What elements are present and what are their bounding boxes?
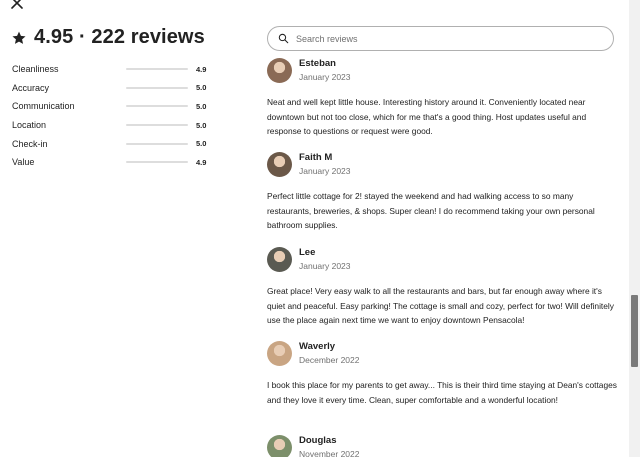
category-ratings: Cleanliness 4.9 Accuracy 5.0 Communicati… [12, 60, 208, 172]
avatar[interactable] [267, 247, 292, 272]
reviewer-name: Lee [299, 247, 316, 258]
review-text: Neat and well kept little house. Interes… [267, 97, 587, 137]
rating-bar [126, 105, 188, 108]
search-reviews-field[interactable] [267, 26, 614, 51]
review-item: Lee January 2023 Great place! Very easy … [267, 247, 627, 328]
review-item: Douglas November 2022 [267, 435, 627, 457]
avatar[interactable] [267, 152, 292, 177]
reviewer-name: Waverly [299, 341, 336, 352]
rating-row-communication: Communication 5.0 [12, 97, 208, 116]
search-input[interactable] [296, 33, 596, 44]
rating-label: Location [12, 120, 47, 131]
review-text: Perfect little cottage for 2! stayed the… [267, 191, 595, 231]
rating-value: 5.0 [196, 120, 207, 130]
rating-label: Value [12, 157, 35, 168]
rating-value: 5.0 [196, 101, 207, 111]
rating-value: 4.9 [196, 157, 207, 167]
rating-row-location: Location 5.0 [12, 116, 208, 135]
rating-row-accuracy: Accuracy 5.0 [12, 79, 208, 98]
rating-bar [126, 124, 188, 127]
rating-bar [126, 142, 188, 145]
avatar[interactable] [267, 341, 292, 366]
review-date: January 2023 [299, 72, 351, 82]
rating-value: 4.9 [196, 64, 207, 74]
review-date: January 2023 [299, 261, 351, 271]
reviewer-name: Douglas [299, 435, 337, 446]
rating-label: Communication [12, 101, 75, 112]
review-date: December 2022 [299, 355, 360, 365]
rating-row-cleanliness: Cleanliness 4.9 [12, 60, 208, 79]
review-text: I book this place for my parents to get … [267, 380, 617, 405]
rating-value: 5.0 [196, 139, 207, 149]
avatar[interactable] [267, 435, 292, 457]
review-item: Esteban January 2023 Neat and well kept … [267, 58, 627, 139]
star-icon [11, 30, 27, 46]
search-icon [278, 33, 289, 44]
review-text: Great place! Very easy walk to all the r… [267, 286, 614, 326]
rating-bar [126, 161, 188, 164]
rating-row-check-in: Check-in 5.0 [12, 134, 208, 153]
rating-bar [126, 68, 188, 71]
avatar[interactable] [267, 58, 292, 83]
rating-label: Accuracy [12, 82, 50, 93]
rating-bar [126, 86, 188, 89]
rating-row-value: Value 4.9 [12, 153, 208, 172]
rating-label: Cleanliness [12, 64, 59, 75]
close-button[interactable] [8, 0, 26, 12]
reviewer-name: Faith M [299, 152, 333, 163]
scrollbar[interactable] [629, 0, 640, 457]
scrollbar-thumb[interactable] [631, 295, 638, 367]
review-item: Faith M January 2023 Perfect little cott… [267, 152, 627, 233]
review-item: Waverly December 2022 I book this place … [267, 341, 627, 407]
rating-value: 5.0 [196, 83, 207, 93]
close-icon [11, 0, 23, 9]
rating-summary: 4.95 · 222 reviews [11, 26, 205, 49]
rating-label: Check-in [12, 138, 48, 149]
review-date: January 2023 [299, 166, 351, 176]
review-date: November 2022 [299, 449, 360, 457]
reviewer-name: Esteban [299, 58, 336, 69]
rating-summary-title: 4.95 · 222 reviews [34, 26, 205, 48]
